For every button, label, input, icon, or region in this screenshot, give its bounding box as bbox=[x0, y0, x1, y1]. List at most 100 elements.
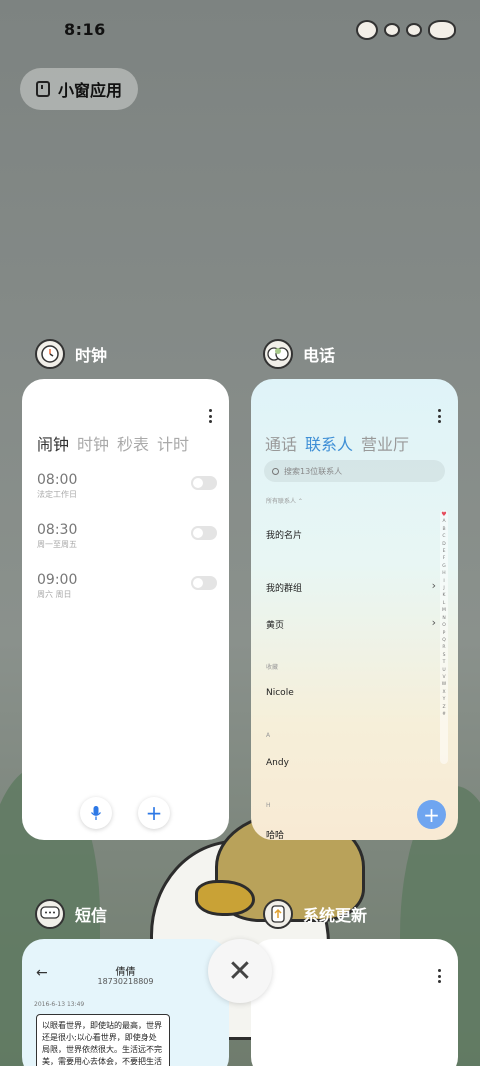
alarm-item[interactable]: 09:00 周六 周日 bbox=[37, 572, 217, 600]
contact-name: 哈哈 bbox=[266, 831, 285, 840]
clear-all-button[interactable]: ✕ bbox=[208, 939, 272, 1003]
alphabet-index-letter[interactable]: X bbox=[442, 689, 445, 696]
alphabet-index-letter[interactable]: P bbox=[443, 630, 446, 637]
duck-beak-illustration bbox=[195, 880, 255, 916]
clover-icon bbox=[406, 23, 422, 37]
tab-clock[interactable]: 时钟 bbox=[77, 431, 109, 455]
my-card-label: 我的名片 bbox=[266, 531, 303, 541]
alarm-time: 08:30 bbox=[37, 522, 78, 538]
add-contact-button[interactable]: + bbox=[417, 800, 446, 829]
clock-tabs: 闹钟 时钟 秒表 计时 bbox=[37, 431, 189, 455]
alarm-toggle[interactable] bbox=[191, 526, 217, 540]
message-bubble: 以眼看世界，即使站的最高，世界还是很小;以心看世界，即使身处局限，世界依然很大。… bbox=[36, 1014, 170, 1066]
system-update-icon bbox=[263, 899, 293, 929]
alarm-item[interactable]: 08:00 法定工作日 bbox=[37, 472, 217, 500]
messages-app-card[interactable]: ← 倩倩 18730218809 2016-6-13 13:49 以眼看世界，即… bbox=[22, 939, 229, 1066]
plus-icon: + bbox=[145, 801, 163, 825]
alphabet-index-letter[interactable]: T bbox=[443, 659, 446, 666]
alphabet-index-letter[interactable]: A bbox=[442, 518, 445, 525]
tab-service-hall[interactable]: 营业厅 bbox=[361, 431, 409, 455]
alphabet-index-letter[interactable]: O bbox=[442, 622, 446, 629]
status-time: 8:16 bbox=[64, 20, 106, 39]
alphabet-index-letter[interactable]: Q bbox=[442, 637, 446, 644]
my-groups-row[interactable]: 我的群组 › bbox=[266, 579, 436, 594]
tab-calls[interactable]: 通话 bbox=[265, 431, 297, 455]
alphabet-index-letter[interactable]: D bbox=[442, 541, 445, 548]
phone-app-header[interactable]: 电话 bbox=[263, 339, 335, 369]
system-update-app-card[interactable] bbox=[251, 939, 458, 1066]
phone-app-title: 电话 bbox=[303, 346, 336, 365]
alarm-repeat: 周六 周日 bbox=[37, 590, 72, 599]
alphabet-index-letter[interactable]: S bbox=[443, 652, 446, 659]
battery-icon bbox=[428, 20, 456, 40]
alphabet-index-letter[interactable]: Y bbox=[443, 696, 446, 703]
contact-name: Nicole bbox=[266, 688, 294, 698]
plus-icon: + bbox=[423, 802, 440, 827]
my-groups-label: 我的群组 bbox=[266, 584, 303, 594]
contact-search-input[interactable]: 搜索13位联系人 bbox=[264, 460, 445, 482]
alphabet-index-letter[interactable]: G bbox=[442, 563, 446, 570]
more-options-icon[interactable] bbox=[438, 969, 442, 983]
alphabet-index-letter[interactable]: M bbox=[442, 607, 446, 614]
messages-icon bbox=[35, 899, 65, 929]
tab-timer[interactable]: 计时 bbox=[157, 431, 189, 455]
close-icon: ✕ bbox=[227, 953, 253, 989]
section-header: H bbox=[266, 802, 271, 809]
alphabet-index-letter[interactable]: E bbox=[443, 548, 446, 555]
clock-app-header[interactable]: 时钟 bbox=[35, 339, 107, 369]
conversation-contact-name: 倩倩 bbox=[115, 967, 136, 978]
tab-contacts[interactable]: 联系人 bbox=[305, 431, 353, 455]
more-options-icon[interactable] bbox=[209, 409, 213, 423]
alphabet-index-letter[interactable]: H bbox=[442, 570, 445, 577]
contact-row[interactable]: Andy bbox=[266, 758, 436, 768]
favorites-heart-icon[interactable]: ♥ bbox=[441, 511, 446, 518]
add-alarm-button[interactable]: + bbox=[138, 797, 170, 829]
alphabet-index-letter[interactable]: B bbox=[442, 526, 445, 533]
messages-app-header[interactable]: 短信 bbox=[35, 899, 107, 929]
alarm-repeat: 周一至周五 bbox=[37, 540, 77, 549]
alphabet-index-letter[interactable]: C bbox=[442, 533, 445, 540]
more-options-icon[interactable] bbox=[438, 409, 442, 423]
tab-stopwatch[interactable]: 秒表 bbox=[117, 431, 149, 455]
alarm-toggle[interactable] bbox=[191, 476, 217, 490]
system-update-app-header[interactable]: 系统更新 bbox=[263, 899, 367, 929]
section-header: A bbox=[266, 732, 271, 739]
alphabet-index-letter[interactable]: V bbox=[442, 674, 445, 681]
alphabet-index-letter[interactable]: J bbox=[443, 585, 444, 592]
clock-icon bbox=[35, 339, 65, 369]
my-card-row[interactable]: 我的名片 bbox=[266, 528, 436, 541]
search-icon bbox=[272, 467, 279, 475]
voice-alarm-button[interactable] bbox=[80, 797, 112, 829]
contacts-filter[interactable]: 所有联系人 ⌃ bbox=[266, 496, 436, 505]
alphabet-index-letter[interactable]: I bbox=[443, 578, 444, 585]
phone-app-icon bbox=[263, 339, 293, 369]
alphabet-index-letter[interactable]: N bbox=[442, 615, 445, 622]
alphabet-index-bar[interactable]: ♥ A B C D E F G H I J K L M N O P Q R S T U V W X Y Z # bbox=[440, 510, 448, 764]
alphabet-index-letter[interactable]: W bbox=[442, 681, 446, 688]
alphabet-index-letter[interactable]: K bbox=[443, 592, 446, 599]
alphabet-index-letter[interactable]: L bbox=[443, 600, 446, 607]
clock-app-card[interactable]: 闹钟 时钟 秒表 计时 08:00 法定工作日 08:30 周一至周五 09:0… bbox=[22, 379, 229, 840]
status-bar: 8:16 bbox=[0, 0, 480, 60]
alphabet-index-letter[interactable]: F bbox=[443, 555, 446, 562]
clock-app-title: 时钟 bbox=[75, 346, 108, 365]
alarm-item[interactable]: 08:30 周一至周五 bbox=[37, 522, 217, 550]
tab-alarm[interactable]: 闹钟 bbox=[37, 431, 69, 455]
status-icons bbox=[356, 20, 456, 40]
floating-window-button[interactable]: 小窗应用 bbox=[20, 68, 138, 110]
yellow-pages-row[interactable]: 黄页 › bbox=[266, 616, 436, 631]
message-date: 2016-6-13 13:49 bbox=[34, 1001, 85, 1008]
phone-app-card[interactable]: 通话 联系人 营业厅 搜索13位联系人 所有联系人 ⌃ 我的名片 我的群组 › … bbox=[251, 379, 458, 840]
alarm-toggle[interactable] bbox=[191, 576, 217, 590]
phone-tabs: 通话 联系人 营业厅 bbox=[265, 431, 409, 455]
alarm-time: 08:00 bbox=[37, 472, 78, 488]
conversation-contact-number: 18730218809 bbox=[97, 977, 154, 986]
alphabet-index-letter[interactable]: # bbox=[442, 711, 446, 718]
alphabet-index-letter[interactable]: U bbox=[442, 667, 445, 674]
alphabet-index-letter[interactable]: Z bbox=[442, 704, 445, 711]
search-placeholder: 搜索13位联系人 bbox=[284, 466, 343, 476]
contact-row[interactable]: 哈哈 bbox=[266, 828, 436, 840]
alphabet-index-letter[interactable]: R bbox=[442, 644, 445, 651]
system-update-app-title: 系统更新 bbox=[303, 906, 368, 925]
contact-row[interactable]: Nicole bbox=[266, 688, 436, 698]
